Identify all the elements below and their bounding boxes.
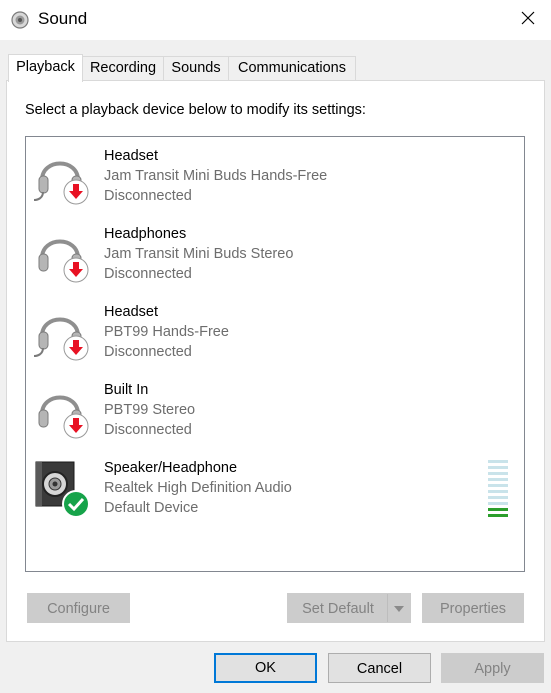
speaker-icon (34, 458, 94, 518)
device-item[interactable]: Headset PBT99 Hands-Free Disconnected (26, 293, 524, 371)
device-description: Jam Transit Mini Buds Stereo (104, 246, 294, 262)
headset-icon (33, 146, 94, 206)
device-item[interactable]: Built In PBT99 Stereo Disconnected (26, 371, 524, 449)
headset-icon (33, 302, 94, 362)
tab-recording[interactable]: Recording (82, 56, 164, 80)
default-check-icon (62, 490, 90, 518)
meter-segment (488, 490, 508, 493)
device-status: Default Device (104, 500, 199, 516)
device-description: PBT99 Hands-Free (104, 324, 229, 340)
device-item[interactable]: Speaker/Headphone Realtek High Definitio… (26, 449, 524, 527)
tab-sounds[interactable]: Sounds (163, 56, 229, 80)
device-list[interactable]: Headset Jam Transit Mini Buds Hands-Free… (25, 136, 525, 572)
device-name: Headset (104, 304, 159, 320)
meter-segment (488, 478, 508, 481)
set-default-dropdown[interactable] (387, 594, 410, 622)
disconnected-arrow-icon (63, 335, 89, 361)
window-title: Sound (38, 9, 88, 28)
headphones-icon (34, 224, 94, 284)
meter-segment (488, 514, 508, 517)
device-name: Headset (104, 148, 159, 164)
device-description: PBT99 Stereo (104, 402, 196, 418)
device-item[interactable]: Headset Jam Transit Mini Buds Hands-Free… (26, 137, 524, 215)
device-status: Disconnected (104, 266, 192, 282)
disconnected-arrow-icon (63, 179, 89, 205)
headphones-icon (34, 380, 94, 440)
apply-button[interactable]: Apply (441, 653, 544, 683)
title-bar: Sound (0, 0, 551, 40)
cancel-button[interactable]: Cancel (328, 653, 431, 683)
set-default-button[interactable]: Set Default (287, 593, 411, 623)
instruction-text: Select a playback device below to modify… (25, 102, 366, 118)
meter-segment (488, 472, 508, 475)
close-icon (520, 10, 536, 31)
chevron-down-icon (394, 593, 404, 623)
device-status: Disconnected (104, 344, 192, 360)
device-status: Disconnected (104, 188, 192, 204)
set-default-label: Set Default (302, 601, 374, 617)
meter-segment (488, 460, 508, 463)
meter-segment (488, 466, 508, 469)
device-status: Disconnected (104, 422, 192, 438)
device-description: Jam Transit Mini Buds Hands-Free (104, 168, 328, 184)
device-description: Realtek High Definition Audio (104, 480, 292, 496)
meter-segment (488, 508, 508, 511)
configure-button[interactable]: Configure (27, 593, 130, 623)
close-button[interactable] (505, 0, 551, 40)
device-item[interactable]: Headphones Jam Transit Mini Buds Stereo … (26, 215, 524, 293)
tab-communications[interactable]: Communications (228, 56, 356, 80)
device-name: Headphones (104, 226, 187, 242)
meter-segment (488, 484, 508, 487)
volume-level-meter (488, 460, 508, 520)
playback-panel: Select a playback device below to modify… (6, 80, 545, 642)
speaker-icon (10, 10, 30, 30)
ok-button[interactable]: OK (214, 653, 317, 683)
device-name: Speaker/Headphone (104, 460, 238, 476)
properties-button[interactable]: Properties (422, 593, 524, 623)
device-name: Built In (104, 382, 149, 398)
meter-segment (488, 496, 508, 499)
meter-segment (488, 502, 508, 505)
disconnected-arrow-icon (63, 257, 89, 283)
tab-playback[interactable]: Playback (8, 54, 83, 82)
disconnected-arrow-icon (63, 413, 89, 439)
